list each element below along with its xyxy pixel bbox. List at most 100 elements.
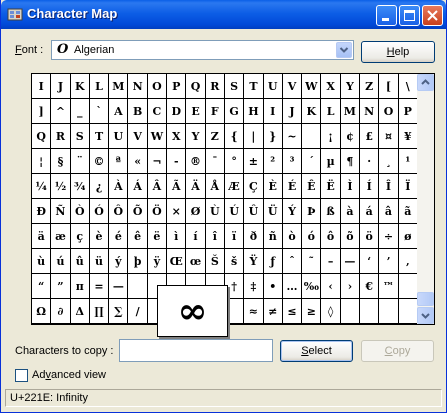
- character-cell[interactable]: B: [128, 99, 148, 124]
- character-cell[interactable]: á: [360, 199, 380, 224]
- character-cell[interactable]: Ë: [321, 174, 341, 199]
- character-cell[interactable]: ≈: [244, 299, 264, 324]
- character-cell[interactable]: L: [321, 99, 341, 124]
- character-cell[interactable]: ‰: [302, 274, 322, 299]
- character-cell[interactable]: Þ: [302, 199, 322, 224]
- character-cell[interactable]: M: [109, 74, 129, 99]
- character-cell[interactable]: X: [167, 124, 187, 149]
- character-cell[interactable]: ‚: [398, 249, 418, 274]
- character-cell[interactable]: ƒ: [263, 249, 283, 274]
- character-cell[interactable]: —: [340, 249, 361, 274]
- character-cell[interactable]: ∂: [51, 299, 71, 324]
- character-cell[interactable]: Û: [244, 199, 264, 224]
- character-cell[interactable]: ó: [302, 224, 322, 249]
- character-cell[interactable]: [302, 124, 322, 149]
- scroll-down-button[interactable]: [417, 307, 434, 324]
- character-cell[interactable]: ä: [32, 224, 52, 249]
- character-cell[interactable]: \: [398, 74, 418, 99]
- character-cell[interactable]: ª: [109, 149, 129, 174]
- character-cell[interactable]: ˜: [302, 249, 322, 274]
- character-cell[interactable]: _: [70, 99, 90, 124]
- character-cell[interactable]: I: [32, 74, 52, 99]
- character-cell[interactable]: ™: [379, 274, 399, 299]
- character-cell[interactable]: Õ: [128, 199, 148, 224]
- character-cell[interactable]: E: [186, 99, 206, 124]
- character-cell[interactable]: Ä: [186, 174, 206, 199]
- character-cell[interactable]: õ: [340, 224, 361, 249]
- grid-scrollbar[interactable]: [417, 74, 434, 324]
- minimize-button[interactable]: [376, 5, 397, 26]
- character-cell[interactable]: ß: [321, 199, 341, 224]
- character-cell[interactable]: M: [340, 99, 361, 124]
- character-cell[interactable]: Ω: [32, 299, 52, 324]
- character-cell[interactable]: ú: [51, 249, 71, 274]
- help-button[interactable]: Help: [361, 41, 435, 63]
- character-cell[interactable]: π: [70, 274, 90, 299]
- character-cell[interactable]: ‡: [244, 274, 264, 299]
- copy-button[interactable]: Copy: [361, 340, 434, 362]
- character-cell[interactable]: ½: [51, 174, 71, 199]
- character-cell[interactable]: J: [282, 99, 303, 124]
- character-cell[interactable]: €: [360, 274, 380, 299]
- character-cell[interactable]: N: [360, 99, 380, 124]
- character-cell[interactable]: }: [263, 124, 283, 149]
- character-cell[interactable]: [128, 274, 148, 299]
- character-cell[interactable]: ¼: [32, 174, 52, 199]
- character-cell[interactable]: Æ: [224, 174, 245, 199]
- character-cell[interactable]: ”: [51, 274, 71, 299]
- character-cell[interactable]: P: [167, 74, 187, 99]
- character-cell[interactable]: é: [109, 224, 129, 249]
- character-cell[interactable]: ´: [302, 149, 322, 174]
- character-cell[interactable]: ¡: [321, 124, 341, 149]
- character-cell[interactable]: N: [128, 74, 148, 99]
- character-cell[interactable]: ê: [128, 224, 148, 249]
- character-cell[interactable]: J: [51, 74, 71, 99]
- character-cell[interactable]: K: [302, 99, 322, 124]
- character-cell[interactable]: Ã: [167, 174, 187, 199]
- character-cell[interactable]: “: [32, 274, 52, 299]
- character-cell[interactable]: —: [109, 274, 129, 299]
- character-cell[interactable]: ˆ: [282, 249, 303, 274]
- character-cell[interactable]: •: [263, 274, 283, 299]
- character-cell[interactable]: Â: [147, 174, 168, 199]
- character-cell[interactable]: W: [147, 124, 168, 149]
- character-cell[interactable]: {: [224, 124, 245, 149]
- character-cell[interactable]: ù: [32, 249, 52, 274]
- character-cell[interactable]: â: [379, 199, 399, 224]
- character-cell[interactable]: |: [244, 124, 264, 149]
- character-cell[interactable]: ¥: [398, 124, 418, 149]
- character-cell[interactable]: R: [205, 74, 225, 99]
- character-cell[interactable]: ≠: [263, 299, 283, 324]
- character-cell[interactable]: è: [89, 224, 110, 249]
- character-cell[interactable]: ¤: [379, 124, 399, 149]
- character-cell[interactable]: [340, 299, 361, 324]
- character-cell[interactable]: Ý: [282, 199, 303, 224]
- character-cell[interactable]: ÿ: [147, 249, 168, 274]
- character-cell[interactable]: ¢: [340, 124, 361, 149]
- character-cell[interactable]: ñ: [263, 224, 283, 249]
- character-cell[interactable]: –: [321, 249, 341, 274]
- character-cell[interactable]: ’: [379, 249, 399, 274]
- character-cell[interactable]: É: [282, 174, 303, 199]
- character-cell[interactable]: ¸: [379, 149, 399, 174]
- character-cell[interactable]: Ó: [89, 199, 110, 224]
- character-cell[interactable]: Ø: [186, 199, 206, 224]
- character-cell[interactable]: V: [282, 74, 303, 99]
- character-cell[interactable]: «: [128, 149, 148, 174]
- character-cell[interactable]: ì: [167, 224, 187, 249]
- character-cell[interactable]: Y: [340, 74, 361, 99]
- character-cell[interactable]: È: [263, 174, 283, 199]
- character-cell[interactable]: ∑: [109, 299, 129, 324]
- character-cell[interactable]: U: [263, 74, 283, 99]
- character-cell[interactable]: U: [109, 124, 129, 149]
- character-cell[interactable]: Q: [186, 74, 206, 99]
- character-cell[interactable]: Ñ: [51, 199, 71, 224]
- character-cell[interactable]: ¬: [147, 149, 168, 174]
- character-cell[interactable]: Q: [32, 124, 52, 149]
- character-cell[interactable]: š: [224, 249, 245, 274]
- character-cell[interactable]: Í: [360, 174, 380, 199]
- character-cell[interactable]: £: [360, 124, 380, 149]
- character-cell[interactable]: Î: [379, 174, 399, 199]
- character-cell[interactable]: I: [263, 99, 283, 124]
- character-cell[interactable]: C: [147, 99, 168, 124]
